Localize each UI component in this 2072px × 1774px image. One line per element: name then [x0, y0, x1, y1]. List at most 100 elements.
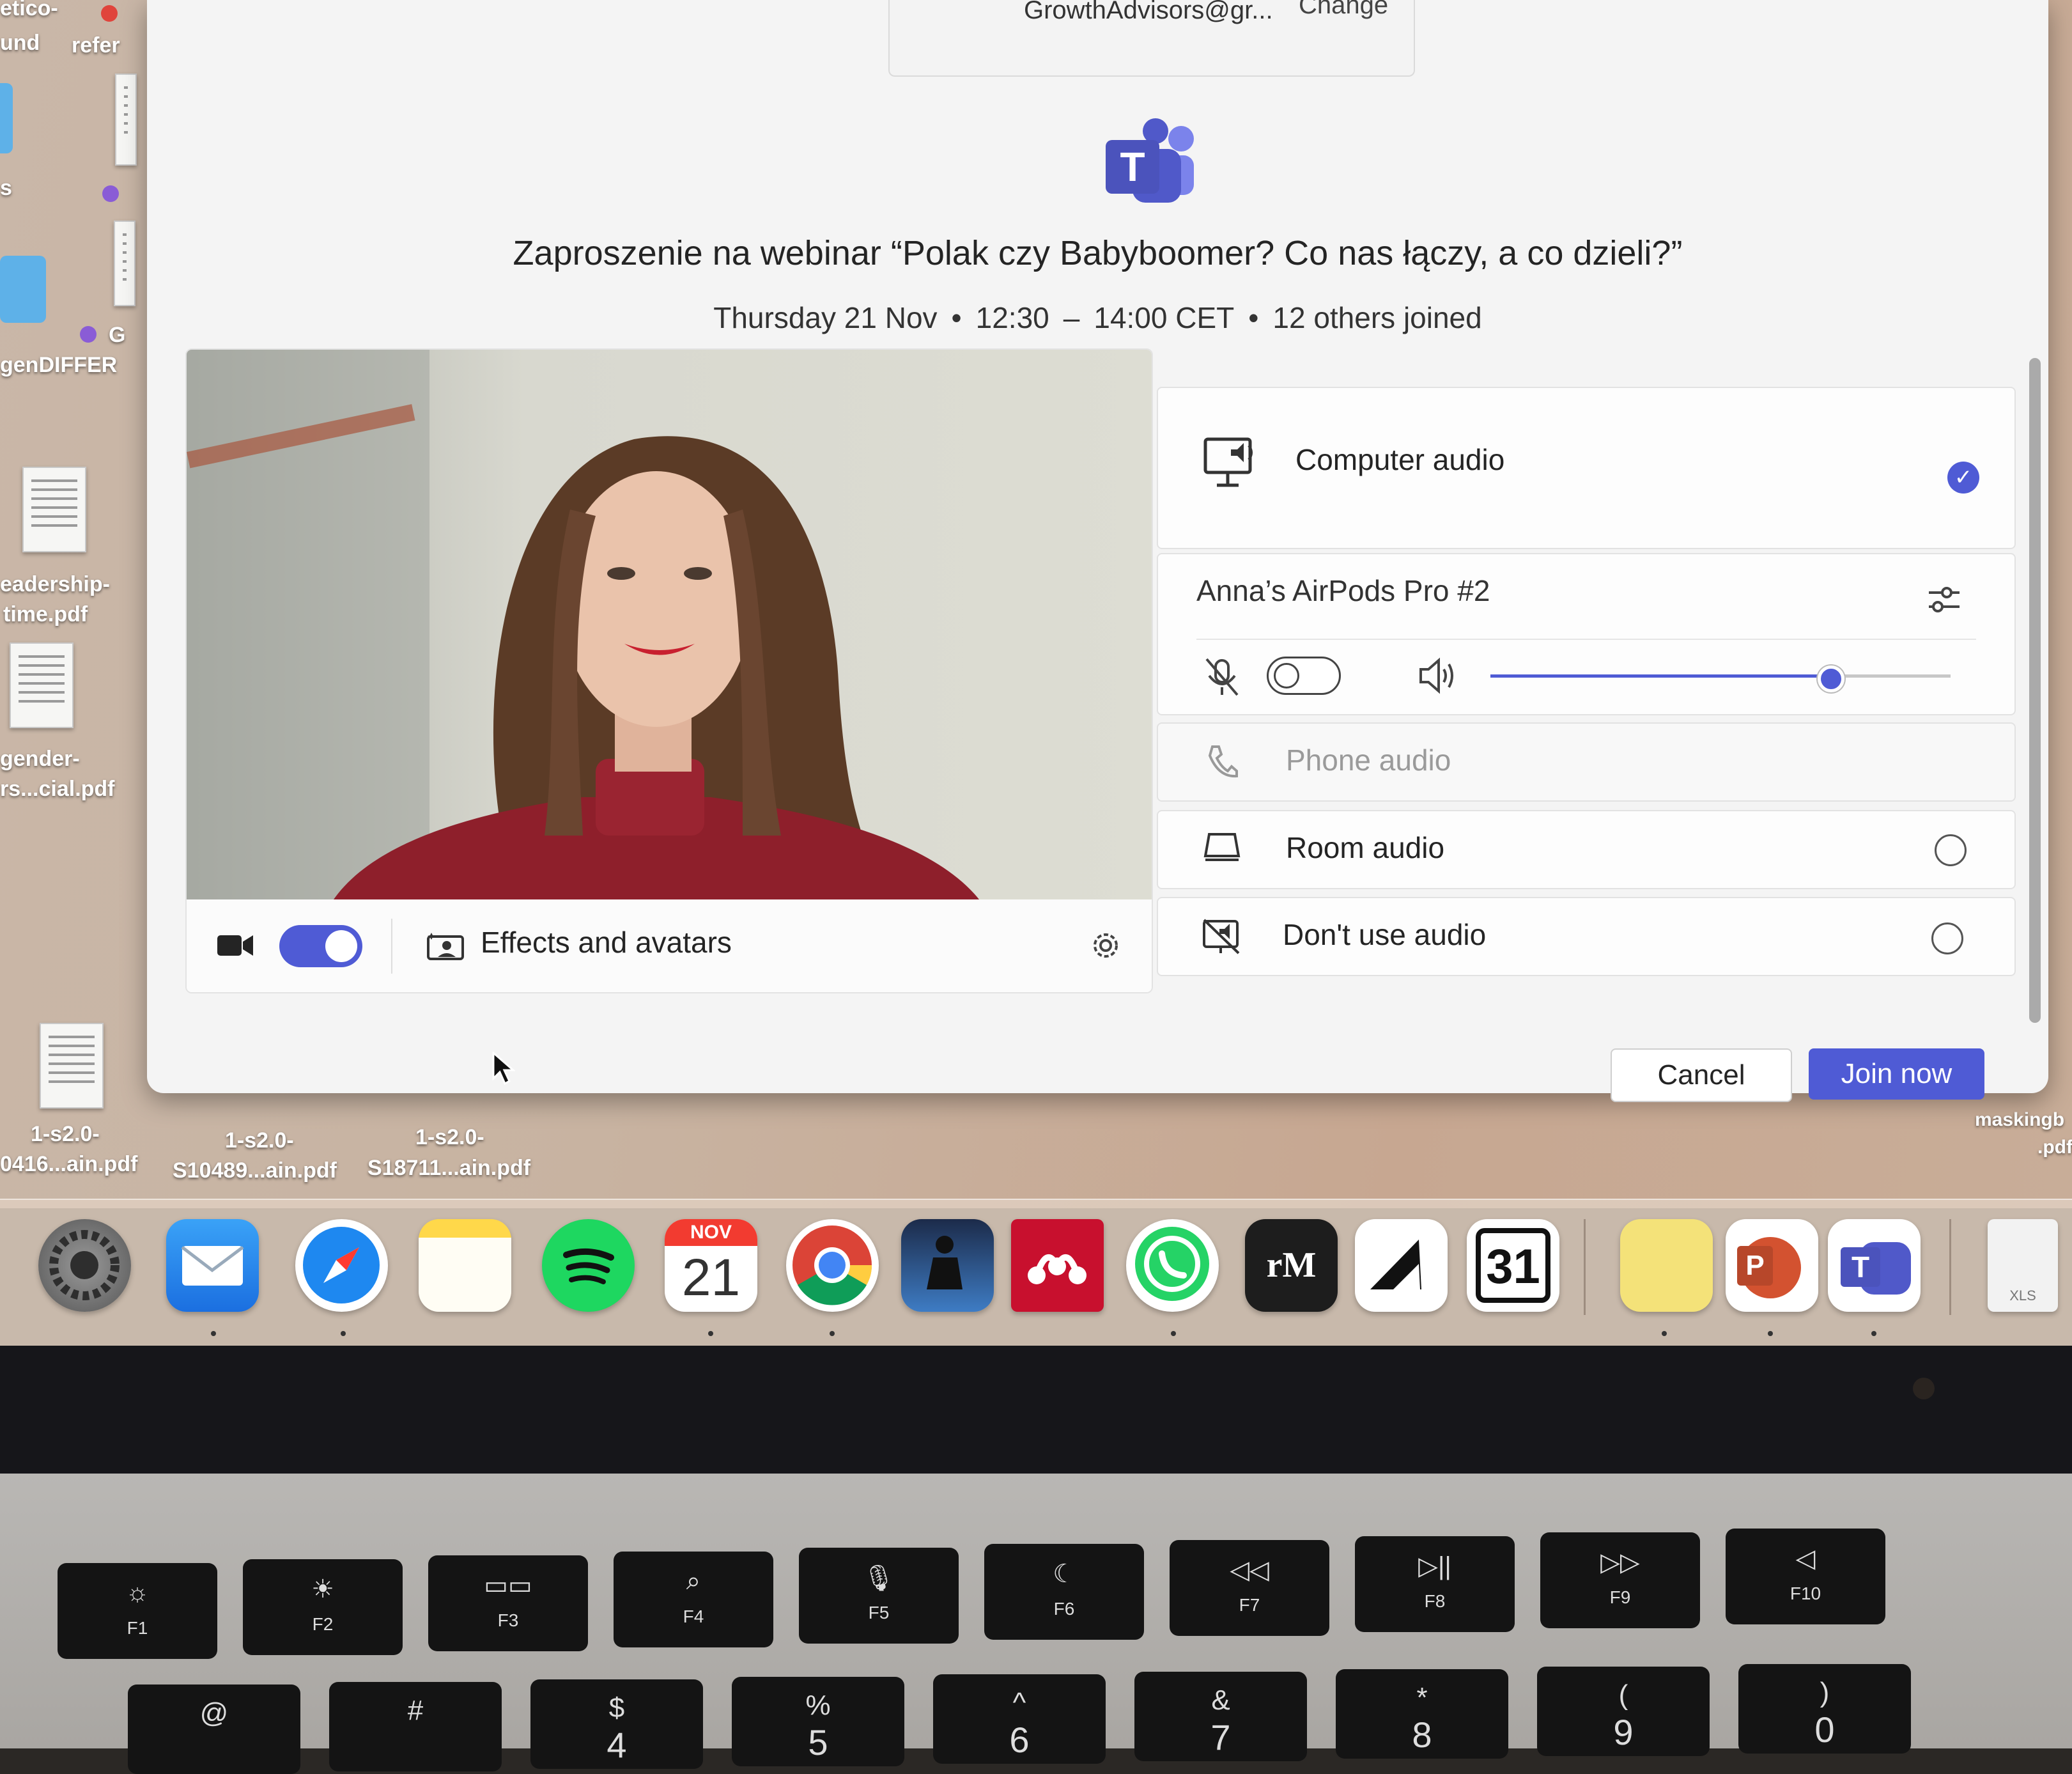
safari-app-icon[interactable] [295, 1219, 388, 1312]
calendar31-app-icon[interactable]: 31 [1467, 1219, 1559, 1312]
function-key-f6[interactable]: ☾ F6 [984, 1544, 1144, 1640]
volume-slider-thumb[interactable] [1817, 665, 1844, 692]
number-key[interactable]: # [329, 1682, 502, 1771]
xls-file-icon[interactable]: XLS [1988, 1219, 2058, 1312]
dont-use-audio-option[interactable]: Don't use audio [1157, 897, 2016, 976]
stickies-app-icon[interactable] [1620, 1219, 1713, 1312]
remarkable-app-icon[interactable]: rM [1245, 1219, 1338, 1312]
divider [1196, 639, 1976, 640]
function-key-f7[interactable]: ◁◁ F7 [1170, 1540, 1329, 1636]
calendar-app-icon[interactable]: NOV 21 [665, 1219, 757, 1312]
powerpoint-app-icon[interactable]: P [1726, 1219, 1818, 1312]
macos-dock: NOV 21 rM 31 P T XLS [0, 1199, 2072, 1347]
pdf-file-icon[interactable] [40, 1023, 104, 1109]
number-key-digit: 7 [1210, 1717, 1231, 1757]
number-key-symbol: # [407, 1695, 424, 1726]
video-preview-card: Effects and avatars [185, 348, 1153, 993]
number-key[interactable]: ) 0 [1738, 1664, 1911, 1754]
prompt-app-icon[interactable] [1355, 1219, 1448, 1312]
speaker-volume-slider[interactable] [1490, 665, 1951, 692]
desktop-label: refer [72, 33, 120, 58]
change-account-link[interactable]: Change [1299, 0, 1388, 20]
computer-audio-option[interactable]: Computer audio ✓ [1157, 387, 2016, 549]
function-key-label: F5 [868, 1603, 890, 1622]
sliders-icon[interactable] [1925, 580, 1963, 618]
file-icon[interactable] [115, 74, 137, 166]
number-key[interactable]: $4 [530, 1679, 703, 1769]
file-icon[interactable] [114, 221, 135, 306]
room-audio-radio[interactable] [1935, 834, 1967, 866]
kindle-app-icon[interactable] [901, 1219, 994, 1312]
scrollbar[interactable] [2029, 358, 2041, 1023]
running-indicator [1171, 1331, 1176, 1336]
function-key-f4[interactable]: ⌕ F4 [614, 1552, 773, 1647]
chrome-app-icon[interactable] [786, 1219, 879, 1312]
separator: • [1248, 301, 1259, 334]
number-key[interactable]: (9 [1537, 1667, 1710, 1756]
desktop-label: rs...cial.pdf [0, 777, 115, 801]
number-key-symbol: ) [1820, 1677, 1830, 1708]
effects-and-avatars-button[interactable]: Effects and avatars [481, 925, 732, 960]
camera-toggle[interactable] [279, 925, 362, 967]
function-key-f5[interactable]: 🎙 F5 [799, 1548, 959, 1644]
whatsapp-app-icon[interactable] [1126, 1219, 1219, 1312]
number-key[interactable]: ^ 6 [933, 1674, 1106, 1764]
function-key-f9[interactable]: ▷▷ F9 [1540, 1532, 1700, 1628]
number-key-symbol: ^ [1012, 1687, 1026, 1718]
phone-audio-option[interactable]: Phone audio [1157, 722, 2016, 802]
chrome-icon [792, 1225, 872, 1305]
microphone-toggle[interactable] [1267, 657, 1341, 695]
dock-divider [1584, 1219, 1586, 1315]
notes-app-icon[interactable] [419, 1219, 511, 1312]
number-key-symbol: * [1416, 1682, 1428, 1713]
function-key-f10[interactable]: ◁ F10 [1726, 1529, 1885, 1624]
folder-icon[interactable] [0, 83, 13, 153]
system-settings-app-icon[interactable] [38, 1219, 131, 1312]
pdf-file-icon[interactable] [10, 642, 73, 728]
number-key-symbol: ( [1618, 1679, 1628, 1711]
red-tag-dot [101, 5, 118, 22]
meeting-day: Thursday 21 Nov [713, 301, 938, 334]
number-key[interactable]: * 8 [1336, 1669, 1508, 1759]
number-key-digit: 4 [607, 1725, 627, 1765]
dash: – [1063, 301, 1080, 334]
function-key-f2[interactable]: ☀ F2 [243, 1559, 403, 1655]
mouse-cursor-icon [492, 1052, 515, 1085]
desktop-label: und [0, 31, 40, 55]
pdf-file-icon[interactable] [22, 467, 86, 552]
checkmark-icon: ✓ [1947, 462, 1979, 494]
desktop-label: S18711...ain.pdf [367, 1156, 531, 1180]
function-key-f1[interactable]: ☼ F1 [58, 1563, 217, 1659]
running-indicator [708, 1331, 713, 1336]
account-bar: GrowthAdvisors@gr... Change [888, 0, 1415, 77]
number-key-symbol: @ [199, 1697, 229, 1729]
calendar-month: NOV [665, 1219, 757, 1246]
dont-use-audio-radio[interactable] [1931, 922, 1963, 954]
function-key-label: F3 [497, 1610, 519, 1630]
mail-app-icon[interactable] [166, 1219, 259, 1312]
number-key-digit: 9 [1613, 1712, 1634, 1752]
cancel-button[interactable]: Cancel [1611, 1048, 1792, 1102]
running-indicator [211, 1331, 216, 1336]
spotify-app-icon[interactable] [542, 1219, 635, 1312]
mendeley-app-icon[interactable] [1011, 1219, 1104, 1312]
teams-app-icon[interactable]: T [1828, 1219, 1921, 1312]
function-key-label: F6 [1053, 1599, 1075, 1619]
function-key-f8[interactable]: ▷|| F8 [1355, 1536, 1515, 1632]
folder-icon[interactable] [0, 256, 46, 323]
join-now-button[interactable]: Join now [1809, 1048, 1984, 1100]
video-camera-icon[interactable] [217, 933, 253, 958]
audio-options-panel: Computer audio ✓ Anna’s AirPods Pro #2 P… [1157, 348, 2016, 988]
function-key-f3[interactable]: ▭▭ F3 [428, 1555, 588, 1651]
effects-icon[interactable] [426, 931, 465, 961]
number-key[interactable]: @ [128, 1685, 300, 1774]
gear-icon[interactable] [1088, 928, 1124, 963]
number-key[interactable]: & 7 [1134, 1672, 1307, 1761]
number-key[interactable]: % 5 [732, 1677, 904, 1766]
desktop-label: genDIFFER [0, 353, 118, 377]
meeting-title: Zaproszenie na webinar “Polak czy Babybo… [513, 234, 1683, 272]
purple-tag-dot [102, 185, 119, 202]
room-audio-option[interactable]: Room audio [1157, 810, 2016, 889]
desktop-label: 1-s2.0- [31, 1122, 100, 1146]
function-key-label: F9 [1609, 1587, 1631, 1607]
